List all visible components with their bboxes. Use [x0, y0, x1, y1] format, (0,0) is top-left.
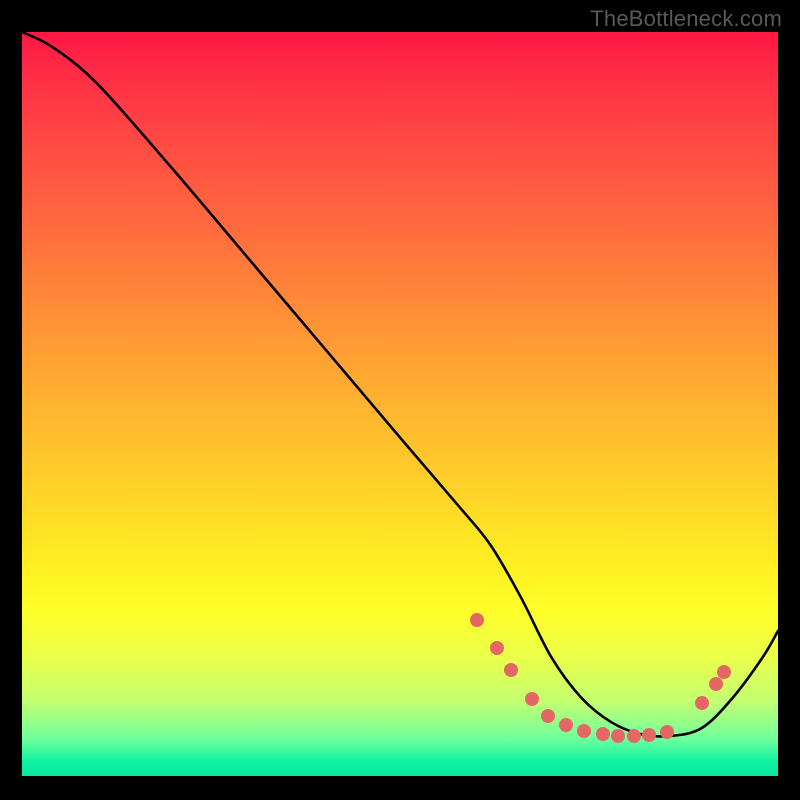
data-marker: [596, 727, 610, 741]
figure-container: TheBottleneck.com: [0, 0, 800, 800]
plot-area: [22, 32, 778, 776]
data-marker: [525, 692, 539, 706]
data-marker: [577, 724, 591, 738]
data-marker: [470, 613, 484, 627]
data-marker: [717, 665, 731, 679]
data-marker: [504, 663, 518, 677]
data-marker: [611, 729, 625, 743]
data-marker: [709, 677, 723, 691]
data-marker: [559, 718, 573, 732]
watermark-text: TheBottleneck.com: [590, 6, 782, 32]
curve-svg: [22, 32, 778, 776]
data-marker: [627, 729, 641, 743]
data-marker: [695, 696, 709, 710]
data-marker: [541, 709, 555, 723]
data-marker: [660, 725, 674, 739]
data-marker: [642, 728, 656, 742]
data-marker: [490, 641, 504, 655]
